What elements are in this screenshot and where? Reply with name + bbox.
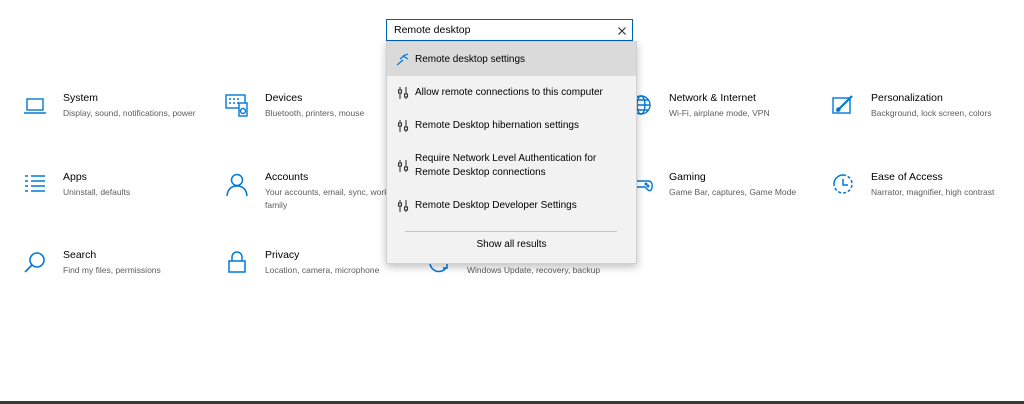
keyboard-speaker-icon (224, 93, 250, 119)
tile-title: Accounts (265, 171, 309, 183)
ease-of-access-icon (830, 172, 856, 198)
tile-gaming[interactable]: Gaming Game Bar, captures, Game Mode (628, 171, 828, 232)
search-suggestions-dropdown: Remote desktop settings Allow remote con… (386, 41, 637, 264)
show-all-results-link[interactable]: Show all results (387, 239, 636, 250)
tile-description: Uninstall, defaults (63, 187, 131, 197)
search-box[interactable] (386, 19, 633, 41)
search-input[interactable] (394, 22, 604, 38)
tile-description: Display, sound, notifications, power (63, 108, 196, 118)
tile-description: Game Bar, captures, Game Mode (669, 187, 797, 197)
settings-sliders-icon (396, 159, 410, 173)
tile-title: Network & Internet (669, 92, 756, 104)
suggestion-label: Remote Desktop hibernation settings (415, 120, 579, 131)
tile-personalization[interactable]: Personalization Background, lock screen,… (830, 92, 1024, 153)
tile-title: Privacy (265, 249, 300, 261)
tile-description: Wi-Fi, airplane mode, VPN (669, 108, 770, 118)
suggestion-allow-remote-connections[interactable]: Allow remote connections to this compute… (387, 76, 636, 109)
laptop-icon (22, 93, 48, 119)
tile-ease-of-access[interactable]: Ease of Access Narrator, magnifier, high… (830, 171, 1024, 232)
tile-description: Windows Update, recovery, backup (467, 265, 601, 275)
paint-brush-icon (830, 93, 856, 119)
suggestion-label: Allow remote connections to this compute… (415, 87, 603, 98)
dropdown-divider (405, 231, 617, 232)
tile-title: Devices (265, 92, 303, 104)
lock-icon (224, 250, 250, 276)
person-icon (224, 172, 250, 198)
suggestion-label: Remote Desktop Developer Settings (415, 200, 577, 211)
tile-description: Find my files, permissions (63, 265, 161, 275)
close-icon[interactable] (616, 24, 628, 36)
tile-title: Personalization (871, 92, 943, 104)
suggestion-network-level-authentication[interactable]: Require Network Level Authentication for… (387, 142, 636, 188)
magnifier-icon (22, 250, 48, 276)
settings-sliders-icon (396, 86, 410, 100)
tile-network-internet[interactable]: Network & Internet Wi-Fi, airplane mode,… (628, 92, 828, 153)
apps-list-icon (22, 172, 48, 198)
suggestion-hibernation-settings[interactable]: Remote Desktop hibernation settings (387, 109, 636, 142)
suggestion-developer-settings[interactable]: Remote Desktop Developer Settings (387, 188, 636, 221)
tile-system[interactable]: System Display, sound, notifications, po… (22, 92, 222, 153)
tile-description: Location, camera, microphone (265, 265, 380, 275)
settings-sliders-icon (396, 119, 410, 133)
tile-title: Ease of Access (871, 171, 943, 183)
tile-title: Apps (63, 171, 87, 183)
tile-title: Search (63, 249, 97, 261)
settings-sliders-icon (396, 199, 410, 213)
tile-description: Narrator, magnifier, high contrast (871, 187, 995, 197)
tile-apps[interactable]: Apps Uninstall, defaults (22, 171, 222, 232)
tile-description: Background, lock screen, colors (871, 108, 992, 118)
suggestion-label: Remote desktop settings (415, 54, 526, 65)
suggestion-remote-desktop-settings[interactable]: Remote desktop settings (387, 42, 636, 76)
tile-search[interactable]: Search Find my files, permissions (22, 249, 222, 310)
suggestion-label: Require Network Level Authentication for… (415, 153, 597, 178)
tile-title: Gaming (669, 171, 706, 183)
tile-title: System (63, 92, 99, 104)
remote-desktop-icon (396, 53, 410, 67)
